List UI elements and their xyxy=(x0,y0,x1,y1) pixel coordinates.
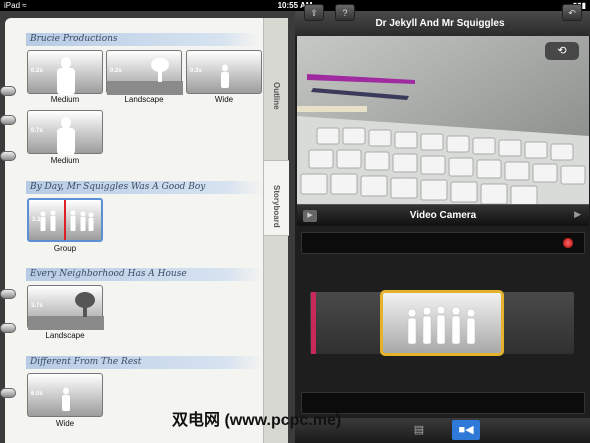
binder-ring xyxy=(0,289,16,299)
clip-duration: 0.2s xyxy=(31,68,43,74)
clip-thumbnail[interactable]: 6.0s xyxy=(27,373,103,417)
clip-thumbnail[interactable]: 3.7s xyxy=(27,285,104,330)
clip-thumbnail[interactable]: 0.7s xyxy=(27,110,103,155)
clip-label: Landscape xyxy=(124,95,164,104)
clock: 10:55 AM xyxy=(277,1,313,10)
undo-icon[interactable]: ↶ xyxy=(562,4,582,21)
binder-ring xyxy=(0,115,16,125)
clip-duration: 0.7s xyxy=(31,128,43,134)
camera-label-bar: ▶ Video Camera ▶ xyxy=(297,204,589,226)
timeline-clip[interactable] xyxy=(380,290,504,356)
binder-ring xyxy=(0,151,16,161)
clip-label: Wide xyxy=(214,95,234,104)
group-header[interactable]: By Day, Mr Squiggles Was A Good Boy xyxy=(26,181,262,194)
camera-preview: ⟲ xyxy=(297,36,589,204)
project-title: Dr Jekyll And Mr Squiggles xyxy=(375,18,505,29)
binder-ring xyxy=(0,388,16,398)
import-icon[interactable]: ⇪ xyxy=(304,4,324,21)
watermark: 双电网 (www.pcpc.me) xyxy=(172,412,342,429)
audio-track[interactable] xyxy=(301,232,585,254)
clip-duration: 0.3s xyxy=(190,68,202,74)
clip-thumbnail-selected[interactable]: 3.3s xyxy=(27,198,103,242)
clip-thumbnail[interactable]: 0.3s xyxy=(186,50,262,94)
clip-duration: 3.7s xyxy=(31,303,43,309)
clip-label: Medium xyxy=(50,156,80,165)
binder-ring xyxy=(0,323,16,333)
group-header[interactable]: Brucie Productions xyxy=(26,33,258,46)
clip-label: Wide xyxy=(55,419,75,428)
clip-label: Group xyxy=(53,244,77,253)
tab-storyboard[interactable]: Storyboard xyxy=(264,160,289,236)
app-screen: iPad ≈ 10:55 AM ▮▮▮ Outline Storyboard B… xyxy=(0,0,590,443)
playhead-marker xyxy=(64,200,66,240)
group-header[interactable]: Every Neighborhood Has A House xyxy=(26,268,262,281)
clip-thumbnail[interactable]: 0.2s xyxy=(27,50,103,95)
forward-icon[interactable]: ▶ xyxy=(574,209,581,220)
clip-duration: 3.3s xyxy=(32,217,44,223)
clip-duration: 6.0s xyxy=(31,391,43,397)
record-button[interactable] xyxy=(563,238,573,248)
tab-outline[interactable]: Outline xyxy=(264,58,289,134)
clip-label: Landscape xyxy=(45,331,85,340)
timeline-marker xyxy=(311,292,316,354)
camera-label: Video Camera xyxy=(409,210,477,221)
video-camera-icon[interactable]: ■◀ xyxy=(452,420,480,440)
side-tabs: Outline Storyboard xyxy=(263,18,289,443)
clip-label: Medium xyxy=(50,95,80,104)
camera-switch-icon[interactable]: ⟲ xyxy=(545,42,579,60)
film-strip-icon[interactable]: ▤ xyxy=(408,420,430,440)
group-header[interactable]: Different From The Rest xyxy=(26,356,262,369)
clip-duration: 0.2s xyxy=(110,68,122,74)
camera-preview-image xyxy=(297,36,589,204)
clip-thumbnail[interactable]: 0.2s xyxy=(106,50,183,95)
binder-ring xyxy=(0,86,16,96)
status-bar: iPad ≈ 10:55 AM ▮▮▮ xyxy=(0,0,590,11)
group-people-icon xyxy=(407,305,476,345)
